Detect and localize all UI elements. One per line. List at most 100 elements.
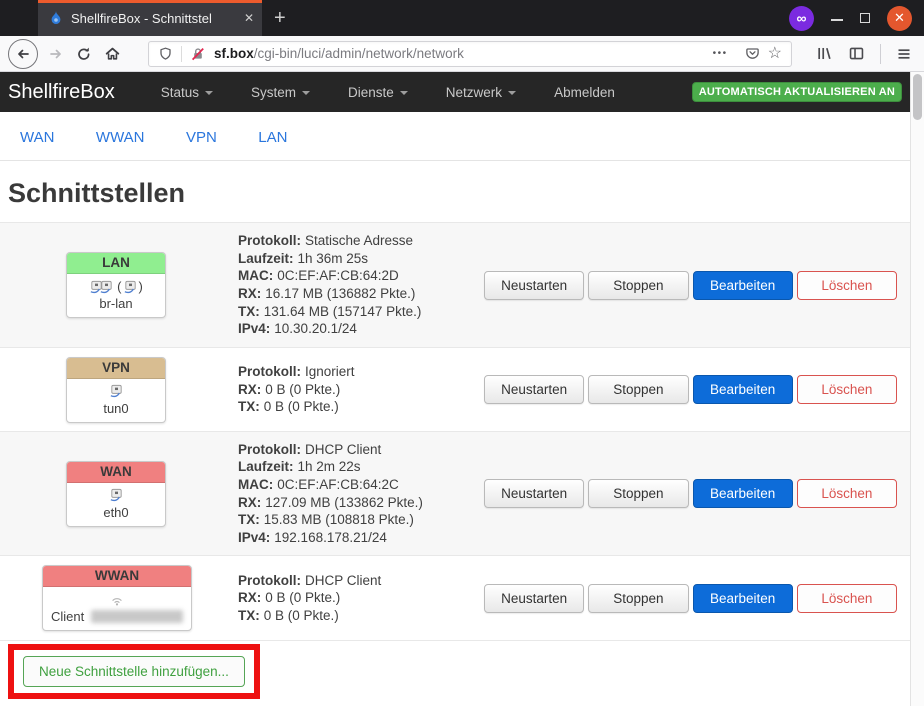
bookmark-star-icon[interactable]: ☆ <box>768 46 782 62</box>
back-button[interactable] <box>8 39 38 69</box>
tab-close-icon[interactable]: ✕ <box>244 11 254 25</box>
url-path: /cgi-bin/luci/admin/network/network <box>254 46 464 61</box>
restart-button-wwan[interactable]: Neustarten <box>484 584 584 613</box>
sidebar-toggle-icon[interactable] <box>848 45 865 62</box>
detail-label: Protokoll: <box>238 573 301 588</box>
ssid-redacted-blur <box>91 610 183 623</box>
detail-value: Statische Adresse <box>305 233 413 248</box>
auto-refresh-badge[interactable]: AUTOMATISCH AKTUALISIEREN AN <box>692 82 902 102</box>
menu-abmelden[interactable]: Abmelden <box>554 85 615 100</box>
url-text: sf.box/cgi-bin/luci/admin/network/networ… <box>214 46 709 61</box>
window-close-button[interactable]: ✕ <box>887 6 912 31</box>
detail-value: 0 B (0 Pkte.) <box>264 608 339 623</box>
tab-title-fade <box>216 11 238 26</box>
stop-button-wan[interactable]: Stoppen <box>588 479 688 508</box>
bridge-paren-open: ( <box>117 279 121 294</box>
detail-value: 1h 2m 22s <box>298 459 361 474</box>
subnav-tab-wwan[interactable]: WWAN <box>96 129 145 146</box>
pocket-icon[interactable] <box>745 46 760 61</box>
tracking-protection-shield-icon[interactable] <box>158 46 173 62</box>
subnav-tabs: WAN WWAN VPN LAN <box>0 112 910 161</box>
zone-badge-wwan: WWAN <box>43 566 191 587</box>
brand-title[interactable]: ShellfireBox <box>8 81 115 104</box>
library-icon[interactable] <box>816 45 833 62</box>
subnav-tab-lan[interactable]: LAN <box>258 129 287 146</box>
delete-button-lan[interactable]: Löschen <box>797 271 897 300</box>
subnav-tab-vpn[interactable]: VPN <box>186 129 217 146</box>
edit-button-wwan[interactable]: Bearbeiten <box>693 584 793 613</box>
window-maximize-button[interactable] <box>860 13 870 23</box>
chevron-down-icon <box>400 91 408 95</box>
detail-label: Protokoll: <box>238 442 301 457</box>
window-minimize-button[interactable] <box>831 9 843 21</box>
tab-strip-spacer <box>0 0 38 36</box>
detail-value: 0 B (0 Pkte.) <box>265 590 340 605</box>
delete-button-wan[interactable]: Löschen <box>797 479 897 508</box>
detail-label: RX: <box>238 286 261 301</box>
ethernet-icon <box>123 280 138 294</box>
add-interface-button[interactable]: Neue Schnittstelle hinzufügen... <box>23 656 245 687</box>
zone-badge-lan: LAN <box>67 253 165 274</box>
interface-details-wan: Protokoll:DHCP Client Laufzeit:1h 2m 22s… <box>238 441 480 547</box>
url-bar[interactable]: sf.box/cgi-bin/luci/admin/network/networ… <box>148 41 792 67</box>
interface-row-lan: LAN ( ) br-lan <box>0 223 910 347</box>
restart-button-lan[interactable]: Neustarten <box>484 271 584 300</box>
menu-status[interactable]: Status <box>161 85 213 100</box>
detail-value: 0C:EF:AF:CB:64:2D <box>277 268 399 283</box>
scrollbar-thumb[interactable] <box>913 74 922 120</box>
detail-label: RX: <box>238 590 261 605</box>
device-name: Client <box>51 609 84 624</box>
zone-badge-wan: WAN <box>67 462 165 483</box>
edit-button-lan[interactable]: Bearbeiten <box>693 271 793 300</box>
insecure-lock-icon[interactable] <box>190 46 206 62</box>
wifi-icon <box>109 593 125 607</box>
detail-value: 192.168.178.21/24 <box>274 530 387 545</box>
stop-button-lan[interactable]: Stoppen <box>588 271 688 300</box>
new-tab-button[interactable]: + <box>262 0 298 36</box>
detail-label: Laufzeit: <box>238 251 294 266</box>
detail-label: MAC: <box>238 477 273 492</box>
edit-button-wan[interactable]: Bearbeiten <box>693 479 793 508</box>
browser-window: ShellfireBox - Schnittstel ✕ + ∞ ✕ <box>0 0 924 706</box>
menu-dienste[interactable]: Dienste <box>348 85 408 100</box>
interface-row-wwan: WWAN Client Protokoll:DHC <box>0 555 910 640</box>
page-scrollbar[interactable] <box>910 72 924 706</box>
chevron-down-icon <box>205 91 213 95</box>
annotation-highlight-box: Neue Schnittstelle hinzufügen... <box>8 644 260 699</box>
delete-button-wwan[interactable]: Löschen <box>797 584 897 613</box>
browser-tab[interactable]: ShellfireBox - Schnittstel ✕ <box>38 0 262 36</box>
menu-system[interactable]: System <box>251 85 310 100</box>
interfaces-table: LAN ( ) br-lan <box>0 222 910 641</box>
detail-value: 0C:EF:AF:CB:64:2C <box>277 477 399 492</box>
interface-card-lan: LAN ( ) br-lan <box>66 252 166 318</box>
forward-button[interactable] <box>42 40 70 68</box>
subnav-tab-wan[interactable]: WAN <box>20 129 54 146</box>
url-domain: sf.box <box>214 46 254 61</box>
detail-value: DHCP Client <box>305 573 381 588</box>
detail-value: 16.17 MB (136882 Pkte.) <box>265 286 415 301</box>
url-separator <box>181 46 182 62</box>
detail-label: TX: <box>238 304 260 319</box>
home-button[interactable] <box>98 40 126 68</box>
reload-button[interactable] <box>70 40 98 68</box>
detail-value: 0 B (0 Pkte.) <box>265 382 340 397</box>
zone-badge-vpn: VPN <box>67 358 165 379</box>
page-actions-icon[interactable]: ••• <box>713 48 728 59</box>
browser-navbar: sf.box/cgi-bin/luci/admin/network/networ… <box>0 36 924 72</box>
stop-button-wwan[interactable]: Stoppen <box>588 584 688 613</box>
edit-button-vpn[interactable]: Bearbeiten <box>693 375 793 404</box>
interface-details-lan: Protokoll:Statische Adresse Laufzeit:1h … <box>238 232 480 338</box>
menu-netzwerk[interactable]: Netzwerk <box>446 85 516 100</box>
detail-label: Protokoll: <box>238 364 301 379</box>
delete-button-vpn[interactable]: Löschen <box>797 375 897 404</box>
ethernet-icon <box>109 384 124 398</box>
chevron-down-icon <box>302 91 310 95</box>
stop-button-vpn[interactable]: Stoppen <box>588 375 688 404</box>
restart-button-vpn[interactable]: Neustarten <box>484 375 584 404</box>
restart-button-wan[interactable]: Neustarten <box>484 479 584 508</box>
detail-label: RX: <box>238 495 261 510</box>
menu-hamburger-icon[interactable] <box>896 46 912 62</box>
interface-row-wan: WAN eth0 Protokoll:DHCP Client Laufzeit:… <box>0 431 910 555</box>
device-name: br-lan <box>71 296 161 311</box>
detail-value: 0 B (0 Pkte.) <box>264 399 339 414</box>
